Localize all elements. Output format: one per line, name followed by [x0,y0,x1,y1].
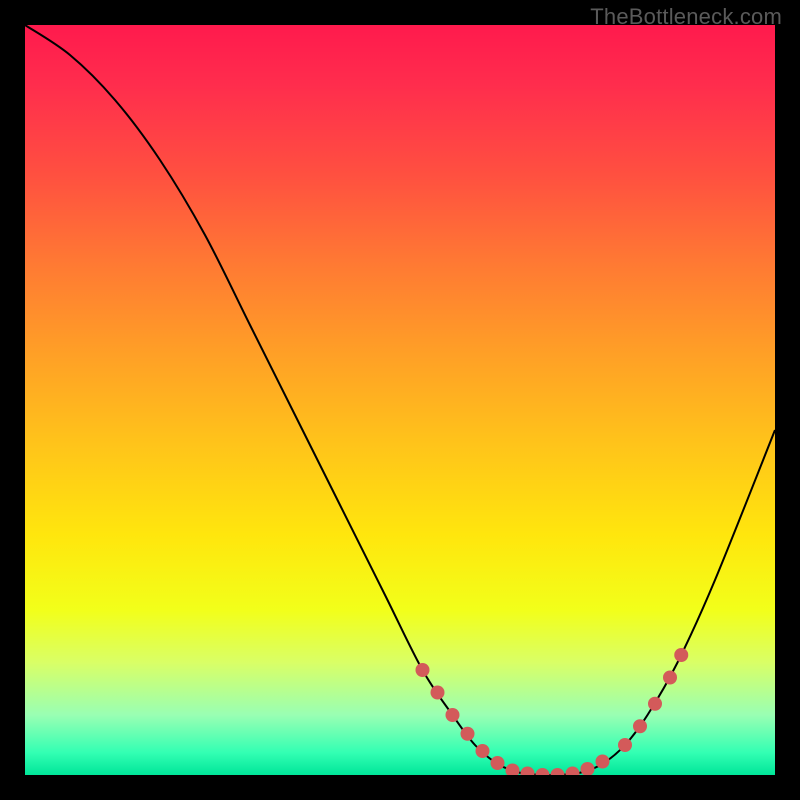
highlight-dot [521,767,535,776]
highlight-dot [536,768,550,775]
highlight-dot [416,663,430,677]
highlight-dot [491,756,505,770]
highlight-dot [648,697,662,711]
highlight-dot [633,719,647,733]
highlight-dot [431,686,445,700]
highlight-dot [663,671,677,685]
highlight-dot [506,764,520,776]
highlight-dot [461,727,475,741]
highlight-dot [674,648,688,662]
chart-area [25,25,775,775]
highlight-dot [618,738,632,752]
bottleneck-curve [25,25,775,775]
highlight-dot [551,768,565,775]
highlight-dot [476,744,490,758]
highlight-dots [416,648,689,775]
highlight-dot [446,708,460,722]
watermark-text: TheBottleneck.com [590,4,782,30]
highlight-dot [566,767,580,776]
highlight-dot [581,762,595,775]
highlight-dot [596,755,610,769]
chart-svg [25,25,775,775]
